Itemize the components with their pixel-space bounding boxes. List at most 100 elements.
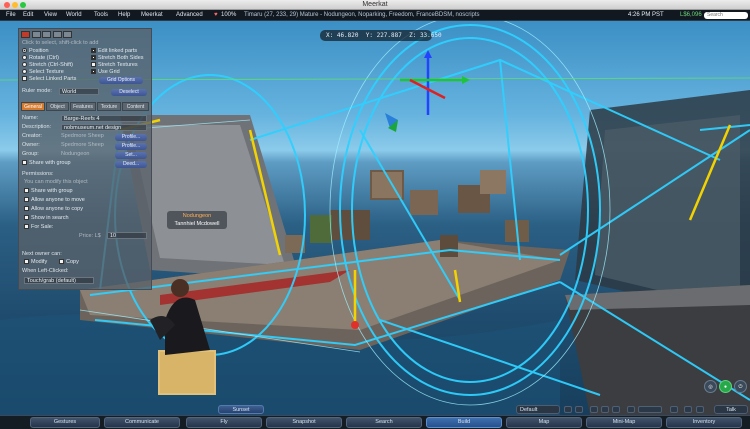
window-title: Meerkat (362, 1, 388, 8)
avatar-name-tag: Nodungeon Tannhiel Mcdowell (167, 211, 227, 229)
inventory-button[interactable]: Inventory (666, 417, 742, 428)
owner-profile-button[interactable]: Profile... (115, 143, 147, 150)
option-stretch-both[interactable]: Stretch Both Sides (91, 55, 144, 62)
snapshot-button[interactable]: Snapshot (266, 417, 342, 428)
creator-profile-button[interactable]: Profile... (115, 134, 147, 141)
search-button[interactable]: Search (346, 417, 422, 428)
health-heart-icon: ♥ (214, 12, 218, 18)
balance[interactable]: L$6,096 (680, 10, 702, 21)
avatar-group-title: Nodungeon (182, 213, 212, 219)
menu-meerkat[interactable]: Meerkat (141, 10, 163, 21)
move-tool-icon[interactable] (31, 31, 41, 38)
play-icon[interactable] (575, 406, 583, 413)
checkbox-icon (59, 259, 64, 264)
radio-icon (22, 62, 27, 67)
option-position[interactable]: Position (22, 48, 49, 55)
checkbox-icon (24, 259, 29, 264)
prev-icon[interactable] (564, 406, 572, 413)
create-tool-icon[interactable] (52, 31, 62, 38)
stop-icon[interactable] (612, 406, 620, 413)
next-owner-copy[interactable]: Copy (59, 259, 79, 266)
deselect-button[interactable]: Deselect (111, 89, 147, 96)
permissions-label: Permissions: (22, 171, 54, 177)
group-label: Group: (22, 151, 39, 157)
tab-general[interactable]: General (21, 102, 45, 111)
build-button[interactable]: Build (426, 417, 502, 428)
option-use-grid[interactable]: Use Grid (91, 69, 120, 76)
grid-options-button[interactable]: Grid Options (99, 77, 143, 84)
clock: 4:26 PM PST (628, 12, 664, 18)
ruler-mode-select[interactable]: World (59, 88, 99, 95)
ruler-mode-label: Ruler mode: (22, 88, 52, 94)
creator-value: Spedmore Sheep (61, 133, 104, 139)
land-tool-icon[interactable] (63, 31, 73, 38)
gestures-button[interactable]: Gestures (30, 417, 100, 428)
volume-slider[interactable] (638, 406, 662, 413)
environment-button[interactable]: Sunset (218, 405, 264, 414)
location-readout[interactable]: Timaru (27, 233, 29) Mature - Nodungeon,… (244, 10, 480, 21)
perm-for-sale[interactable]: For Sale: (24, 224, 53, 231)
radio-icon (22, 48, 27, 53)
bottom-toolbar: Gestures Communicate Fly Snapshot Search… (0, 415, 750, 429)
health-value: 100% (221, 12, 237, 18)
description-field[interactable]: nobmuseum.net design (61, 124, 147, 131)
menu-world[interactable]: World (66, 10, 82, 21)
perm-show-search[interactable]: Show in search (24, 215, 69, 222)
left-click-select[interactable]: Touch/grab (default) (24, 277, 94, 284)
edit-tool-icon[interactable] (42, 31, 52, 38)
menu-advanced[interactable]: Advanced (176, 10, 203, 21)
power-icon[interactable]: ⏻ (734, 380, 747, 393)
search-input[interactable] (704, 12, 748, 19)
next-owner-modify[interactable]: Modify (24, 259, 47, 266)
checkbox-icon (24, 224, 29, 229)
left-click-label: When Left-Clicked: (22, 268, 69, 274)
voice-icon[interactable]: ● (719, 380, 732, 393)
fly-button[interactable]: Fly (186, 417, 262, 428)
music-icon[interactable] (590, 406, 598, 413)
menu-help[interactable]: Help (118, 10, 130, 21)
menu-tools[interactable]: Tools (94, 10, 108, 21)
checkbox-icon (91, 62, 96, 67)
perm-share-group[interactable]: Share with group (24, 188, 73, 195)
coord-z: Z: 33.650 (409, 32, 442, 39)
radio-icon (22, 69, 27, 74)
tab-content[interactable]: Content (122, 102, 149, 111)
option-stretch[interactable]: Stretch (Ctrl-Shift) (22, 62, 73, 69)
menu-file[interactable]: File (6, 10, 16, 21)
group-value: Nodungeon (61, 151, 90, 157)
coordinates-readout: X: 46.820 Y: 227.887 Z: 33.650 (320, 30, 442, 41)
build-floater: Click to select, shift-click to add Posi… (18, 28, 152, 290)
menu-view[interactable]: View (44, 10, 57, 21)
checkbox-icon (91, 69, 96, 74)
tab-object[interactable]: Object (46, 102, 69, 111)
group-set-button[interactable]: Set... (115, 152, 147, 159)
expand-icon[interactable] (696, 406, 704, 413)
name-field[interactable]: Barge-Reefs 4 (61, 115, 147, 122)
camera-icon[interactable]: ◎ (704, 380, 717, 393)
menu-edit[interactable]: Edit (23, 10, 33, 21)
map-button[interactable]: Map (506, 417, 582, 428)
option-rotate[interactable]: Rotate (Ctrl) (22, 55, 59, 62)
mini-map-button[interactable]: Mini-Map (586, 417, 662, 428)
option-edit-linked[interactable]: Edit linked parts (91, 48, 137, 55)
option-select-linked[interactable]: Select Linked Parts (22, 76, 76, 83)
option-stretch-textures[interactable]: Stretch Textures (91, 62, 138, 69)
preset-select[interactable]: Default (516, 405, 560, 414)
checkbox-icon (91, 48, 96, 53)
chat-icon[interactable] (684, 406, 692, 413)
price-field[interactable]: 10 (107, 232, 147, 239)
mute-icon[interactable] (670, 406, 678, 413)
option-select-texture[interactable]: Select Texture (22, 69, 64, 76)
perm-anyone-copy[interactable]: Allow anyone to copy (24, 206, 83, 213)
avatar-name: Tannhiel Mcdowell (174, 221, 220, 227)
communicate-button[interactable]: Communicate (104, 417, 180, 428)
media-play-icon[interactable] (601, 406, 609, 413)
perm-anyone-move[interactable]: Allow anyone to move (24, 197, 85, 204)
deed-button[interactable]: Deed... (115, 161, 147, 168)
speaker-icon[interactable] (627, 406, 635, 413)
focus-tool-icon[interactable] (21, 31, 30, 38)
talk-button[interactable]: Talk (714, 405, 748, 414)
tab-texture[interactable]: Texture (97, 102, 121, 111)
share-with-group[interactable]: Share with group (22, 160, 71, 167)
tab-features[interactable]: Features (70, 102, 96, 111)
